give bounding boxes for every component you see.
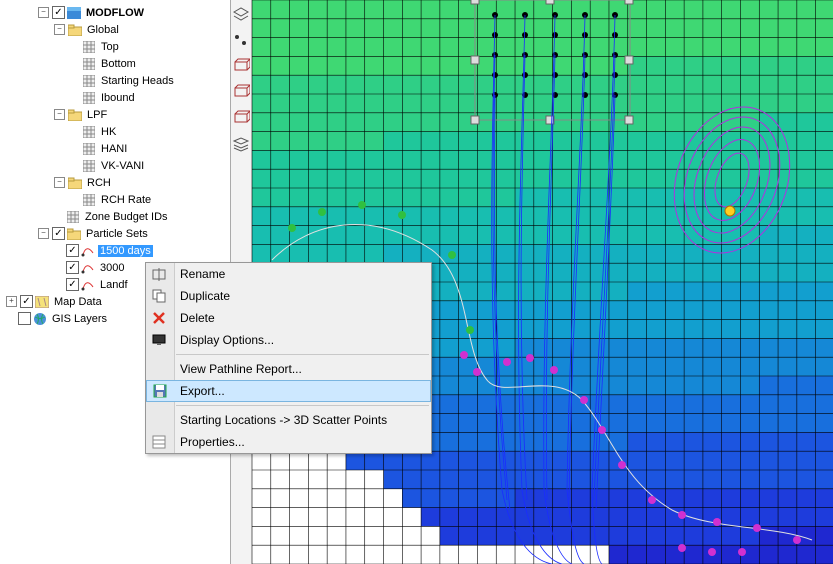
layers-view-icon[interactable]: [232, 136, 250, 154]
folder-icon: [68, 23, 82, 36]
dataset-icon: [82, 125, 96, 138]
checkbox[interactable]: [18, 312, 31, 325]
context-menu: Rename Duplicate Delete Display Options.…: [145, 262, 432, 454]
tree-label: HANI: [99, 143, 129, 155]
menu-item-duplicate[interactable]: Duplicate: [146, 285, 431, 307]
tree-node-starting-heads[interactable]: Starting Heads: [0, 72, 230, 89]
collapse-icon[interactable]: −: [38, 7, 49, 18]
tree-label: Bottom: [99, 58, 138, 70]
tree-label: Map Data: [52, 296, 104, 308]
tree-label: 3000: [98, 262, 126, 274]
front-view-icon[interactable]: [232, 58, 250, 76]
dataset-icon: [82, 91, 96, 104]
tree-label: LPF: [85, 109, 109, 121]
plan-view-icon[interactable]: [232, 6, 250, 24]
collapse-icon[interactable]: −: [54, 24, 65, 35]
point-tool-icon[interactable]: [232, 32, 250, 50]
tree-node-particle-sets[interactable]: − ✓ Particle Sets: [0, 225, 230, 242]
tree-label: MODFLOW: [84, 7, 146, 19]
side-view-icon[interactable]: [232, 84, 250, 102]
menu-label: Delete: [180, 311, 215, 325]
dataset-icon: [82, 74, 96, 87]
pathline-icon: [81, 244, 95, 257]
tree-node-global[interactable]: − Global: [0, 21, 230, 38]
expand-icon[interactable]: +: [6, 296, 17, 307]
menu-item-delete[interactable]: Delete: [146, 307, 431, 329]
tree-node-rch[interactable]: − RCH: [0, 174, 230, 191]
tree-node-hk[interactable]: HK: [0, 123, 230, 140]
tree-label: Starting Heads: [99, 75, 176, 87]
menu-separator: [176, 405, 429, 406]
checkbox[interactable]: ✓: [52, 227, 65, 240]
checkbox[interactable]: ✓: [20, 295, 33, 308]
menu-label: Duplicate: [180, 289, 230, 303]
checkbox[interactable]: ✓: [66, 278, 79, 291]
menu-label: View Pathline Report...: [180, 362, 302, 376]
collapse-icon[interactable]: −: [38, 228, 49, 239]
menu-item-rename[interactable]: Rename: [146, 263, 431, 285]
menu-label: Export...: [180, 384, 225, 398]
tree-label: Ibound: [99, 92, 137, 104]
save-icon: [152, 383, 168, 399]
tree-node-top[interactable]: Top: [0, 38, 230, 55]
dataset-icon: [82, 159, 96, 172]
modflow-icon: [67, 6, 81, 19]
tree-label: Particle Sets: [84, 228, 150, 240]
dataset-icon: [82, 57, 96, 70]
tree-node-modflow[interactable]: − ✓ MODFLOW: [0, 4, 230, 21]
tree-node-lpf[interactable]: − LPF: [0, 106, 230, 123]
duplicate-icon: [151, 288, 167, 304]
menu-item-view-pathline[interactable]: View Pathline Report...: [146, 358, 431, 380]
collapse-icon[interactable]: −: [54, 109, 65, 120]
oblique-view-icon[interactable]: [232, 110, 250, 128]
menu-label: Properties...: [180, 435, 245, 449]
dataset-icon: [82, 142, 96, 155]
tree-node-hani[interactable]: HANI: [0, 140, 230, 157]
tree-node-zone-budget[interactable]: Zone Budget IDs: [0, 208, 230, 225]
tree-label: VK-VANI: [99, 160, 146, 172]
tree-node-ibound[interactable]: Ibound: [0, 89, 230, 106]
tree-label: 1500 days: [98, 245, 153, 257]
tree-label: Global: [85, 24, 121, 36]
tree-label: GIS Layers: [50, 313, 109, 325]
delete-icon: [151, 310, 167, 326]
checkbox[interactable]: ✓: [66, 261, 79, 274]
checkbox[interactable]: ✓: [66, 244, 79, 257]
globe-icon: [33, 312, 47, 325]
tree-label: Landf: [98, 279, 130, 291]
dataset-icon: [82, 40, 96, 53]
dataset-icon: [66, 210, 80, 223]
pathline-icon: [81, 261, 95, 274]
properties-icon: [151, 434, 167, 450]
tree-label: RCH: [85, 177, 113, 189]
tree-node-bottom[interactable]: Bottom: [0, 55, 230, 72]
menu-item-display-options[interactable]: Display Options...: [146, 329, 431, 351]
menu-item-properties[interactable]: Properties...: [146, 431, 431, 453]
tree-label: Top: [99, 41, 121, 53]
rename-icon: [151, 266, 167, 282]
menu-label: Starting Locations -> 3D Scatter Points: [180, 413, 387, 427]
monitor-icon: [151, 332, 167, 348]
tree-node-particle-1500[interactable]: ✓ 1500 days: [0, 242, 230, 259]
collapse-icon[interactable]: −: [54, 177, 65, 188]
folder-icon: [67, 227, 81, 240]
folder-icon: [68, 108, 82, 121]
tree-node-vkvani[interactable]: VK-VANI: [0, 157, 230, 174]
menu-label: Rename: [180, 267, 225, 281]
pathline-icon: [81, 278, 95, 291]
tree-label: Zone Budget IDs: [83, 211, 170, 223]
folder-icon: [68, 176, 82, 189]
tree-label: HK: [99, 126, 118, 138]
menu-separator: [176, 354, 429, 355]
menu-label: Display Options...: [180, 333, 274, 347]
tree-label: RCH Rate: [99, 194, 153, 206]
menu-item-starting-locations[interactable]: Starting Locations -> 3D Scatter Points: [146, 409, 431, 431]
tree-node-rch-rate[interactable]: RCH Rate: [0, 191, 230, 208]
checkbox[interactable]: ✓: [52, 6, 65, 19]
menu-item-export[interactable]: Export...: [146, 380, 431, 402]
map-icon: [35, 295, 49, 308]
dataset-icon: [82, 193, 96, 206]
